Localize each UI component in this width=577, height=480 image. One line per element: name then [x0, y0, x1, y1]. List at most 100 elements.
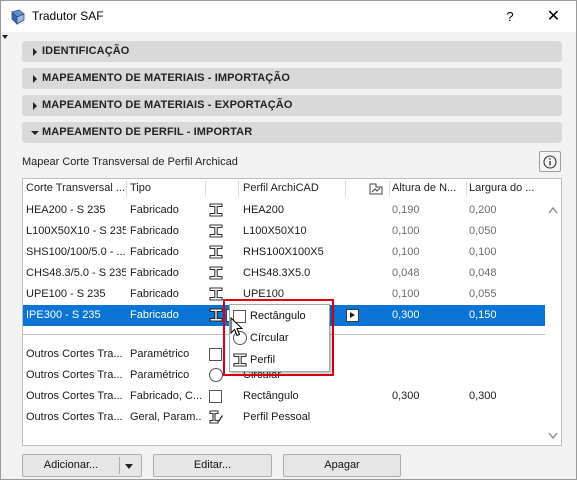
chevron-down-icon [31, 131, 39, 135]
cell-type: Fabricado [130, 267, 179, 279]
cell-section: CHS48.3/5.0 - S 235 [26, 267, 126, 279]
menu-item-label: Perfil [250, 354, 276, 366]
cell-type: Fabricado [130, 246, 179, 258]
cell-profile: Perfil Pessoal [243, 411, 311, 423]
edit-button[interactable]: Editar... [153, 454, 272, 477]
cell-type: Fabricado [130, 204, 179, 216]
section-label: MAPEAMENTO DE PERFIL - IMPORTAR [42, 126, 253, 138]
table-row[interactable]: Outros Cortes Tra... Geral, Param... Per… [23, 407, 545, 428]
cell-section: Outros Cortes Tra... [26, 369, 123, 381]
section-material-import[interactable]: MAPEAMENTO DE MATERIAIS - IMPORTAÇÃO [22, 68, 562, 89]
cell-height: 0,100 [392, 246, 420, 258]
cell-height: 0,190 [392, 204, 420, 216]
close-button[interactable]: ✕ [531, 1, 576, 32]
i-beam-icon [209, 308, 223, 322]
column-header-section[interactable]: Corte Transversal ... [26, 179, 126, 199]
menu-item-label: Círcular [250, 332, 289, 344]
circle-icon [209, 368, 223, 382]
cell-type: Paramétrico [130, 369, 190, 381]
collapse-arrow-icon[interactable] [2, 35, 8, 39]
window-title: Tradutor SAF [32, 9, 104, 23]
column-header-height[interactable]: Altura de N... [392, 179, 464, 199]
cell-height: 0,100 [392, 225, 420, 237]
square-icon [209, 348, 222, 361]
custom-profile-icon [209, 410, 223, 424]
mouse-cursor-icon [230, 317, 244, 337]
table-row[interactable]: SHS100/100/5.0 - ... Fabricado RHS100X10… [23, 242, 545, 263]
menu-item-rectangle[interactable]: Rectângulo [230, 306, 329, 327]
profile-settings-icon[interactable] [369, 182, 383, 196]
table-row[interactable]: L100X50X10 - S 235 Fabricado L100X50X10 … [23, 221, 545, 242]
cell-section: Outros Cortes Tra... [26, 390, 123, 402]
cell-profile: CHS48.3X5.0 [243, 267, 311, 279]
info-button[interactable] [539, 151, 561, 172]
i-beam-icon [209, 203, 223, 217]
table-row[interactable]: CHS48.3/5.0 - S 235 Fabricado CHS48.3X5.… [23, 263, 545, 284]
cell-width: 0,048 [469, 267, 497, 279]
cell-width: 0,055 [469, 288, 497, 300]
scroll-down-icon[interactable] [548, 432, 558, 440]
cell-type: Geral, Param... [130, 411, 202, 423]
column-header-type[interactable]: Tipo [130, 179, 200, 199]
section-label: MAPEAMENTO DE MATERIAIS - EXPORTAÇÃO [42, 99, 293, 111]
column-separator[interactable] [345, 181, 346, 197]
table-row[interactable]: HEA200 - S 235 Fabricado HEA200 0,190 0,… [23, 200, 545, 221]
cell-height: 0,300 [392, 390, 420, 402]
column-separator[interactable] [389, 181, 390, 197]
cell-profile: L100X50X10 [243, 225, 307, 237]
table-scrollbar[interactable] [545, 199, 561, 445]
cell-width: 0,050 [469, 225, 497, 237]
column-separator[interactable] [126, 181, 127, 197]
cell-profile: RHS100X100X5 [243, 246, 324, 258]
cell-width: 0,300 [469, 390, 497, 402]
section-label: MAPEAMENTO DE MATERIAIS - IMPORTAÇÃO [42, 72, 291, 84]
section-material-export[interactable]: MAPEAMENTO DE MATERIAIS - EXPORTAÇÃO [22, 95, 562, 116]
cell-profile: Rectângulo [243, 390, 299, 402]
cell-height: 0,100 [392, 288, 420, 300]
menu-item-circular[interactable]: Círcular [230, 328, 329, 349]
column-separator[interactable] [238, 181, 239, 197]
app-icon [11, 9, 25, 25]
info-icon [543, 155, 557, 169]
cell-section: Outros Cortes Tra... [26, 348, 123, 360]
chevron-down-icon[interactable] [125, 464, 133, 469]
delete-button[interactable]: Apagar [283, 454, 401, 477]
cell-type: Fabricado [130, 309, 179, 321]
cell-section: IPE300 - S 235 [26, 309, 101, 321]
column-separator[interactable] [205, 181, 206, 197]
square-icon [209, 390, 222, 403]
table-row[interactable]: Outros Cortes Tra... Fabricado, C... Rec… [23, 386, 545, 407]
add-button-label[interactable]: Adicionar... [23, 455, 119, 476]
menu-item-profile[interactable]: Perfil [230, 350, 329, 371]
cell-section: UPE100 - S 235 [26, 288, 106, 300]
section-profile-import[interactable]: MAPEAMENTO DE PERFIL - IMPORTAR [22, 122, 562, 143]
cell-width: 0,100 [469, 246, 497, 258]
profile-type-menu: Rectângulo Círcular Perfil [229, 304, 330, 372]
column-header-profile[interactable]: Perfil ArchiCAD [243, 179, 343, 199]
profile-picker-button[interactable] [346, 309, 359, 322]
i-beam-icon [209, 245, 223, 259]
column-separator[interactable] [466, 181, 467, 197]
cell-section: SHS100/100/5.0 - ... [26, 246, 126, 258]
cell-height: 0,048 [392, 267, 420, 279]
column-header-width[interactable]: Largura do ... [469, 179, 543, 199]
play-icon [350, 312, 355, 318]
cell-type: Fabricado [130, 288, 179, 300]
cell-profile: HEA200 [243, 204, 284, 216]
dialog-window: Tradutor SAF ? ✕ IDENTIFICAÇÃO MAPEAMENT… [0, 0, 577, 480]
split-divider [119, 457, 120, 474]
i-beam-icon [209, 224, 223, 238]
cell-height: 0,300 [392, 309, 420, 321]
cell-section: Outros Cortes Tra... [26, 411, 123, 423]
panel-title: Mapear Corte Transversal de Perfil Archi… [22, 156, 238, 168]
section-identificacao[interactable]: IDENTIFICAÇÃO [22, 41, 562, 62]
i-beam-icon [233, 353, 247, 367]
cell-type: Fabricado, C... [130, 390, 202, 402]
section-label: IDENTIFICAÇÃO [42, 45, 130, 57]
help-button[interactable]: ? [489, 1, 531, 32]
scroll-up-icon[interactable] [548, 206, 558, 214]
cell-width: 0,200 [469, 204, 497, 216]
profile-type-popup-highlight: Rectângulo Círcular Perfil [223, 299, 334, 376]
add-split-button[interactable]: Adicionar... [22, 454, 142, 477]
cell-width: 0,150 [469, 309, 497, 321]
